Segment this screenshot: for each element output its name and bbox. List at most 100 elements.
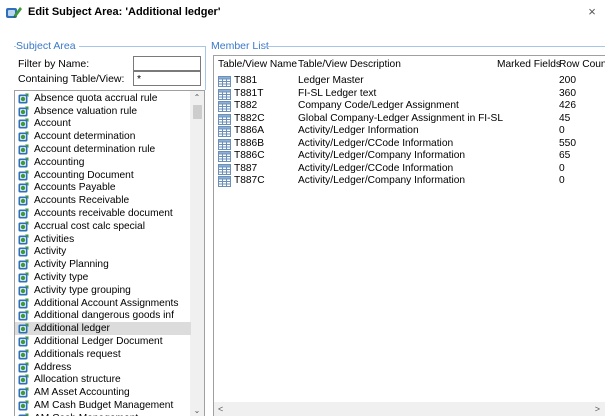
- list-item[interactable]: Additional dangerous goods inf: [15, 310, 191, 323]
- filter-by-name-label: Filter by Name:: [18, 58, 90, 70]
- list-item[interactable]: Accounts receivable document: [15, 207, 191, 220]
- table-icon: [218, 163, 231, 175]
- subject-area-icon: [18, 170, 29, 181]
- table-row[interactable]: T887 Activity/Ledger/CCode Information 0: [214, 163, 605, 176]
- list-item-label: Accounts receivable document: [34, 208, 173, 220]
- member-list-horizontal-scrollbar[interactable]: < >: [214, 402, 605, 416]
- list-item[interactable]: Additionals request: [15, 348, 191, 361]
- table-row[interactable]: T887C Activity/Ledger/Company Information…: [214, 175, 605, 188]
- list-item[interactable]: Account determination: [15, 130, 191, 143]
- list-item-label: Activity: [34, 246, 67, 258]
- list-item-label: Additional dangerous goods inf: [34, 310, 174, 322]
- list-item[interactable]: Address: [15, 361, 191, 374]
- list-item[interactable]: Accrual cost calc special: [15, 220, 191, 233]
- table-row[interactable]: T886B Activity/Ledger/CCode Information 55…: [214, 138, 605, 151]
- scroll-right-arrow[interactable]: >: [595, 402, 600, 416]
- subject-area-icon: [18, 272, 29, 283]
- list-item[interactable]: Additional Account Assignments: [15, 297, 191, 310]
- list-item-label: Absence quota accrual rule: [34, 92, 158, 104]
- subject-area-icon: [18, 349, 29, 360]
- cell-row-count: 65: [559, 150, 571, 161]
- subject-area-icon: [18, 221, 29, 232]
- list-item[interactable]: Allocation structure: [15, 374, 191, 387]
- cell-row-count: 360: [559, 87, 576, 99]
- subject-area-list[interactable]: ⌃ ⌄ Absence quota accrual rule Absence va…: [14, 90, 205, 416]
- list-item-label: Accounts Receivable: [34, 195, 130, 207]
- close-button[interactable]: ×: [583, 3, 601, 21]
- subject-area-icon: [18, 387, 29, 398]
- cell-description: Activity/Ledger/Company Information: [298, 150, 466, 161]
- subject-area-icon: [18, 246, 29, 257]
- list-item-label: Additional Account Assignments: [34, 297, 179, 309]
- column-header-row-count[interactable]: Row Count: [559, 59, 605, 70]
- list-item[interactable]: Accounts Receivable: [15, 194, 191, 207]
- subject-area-icon: [18, 195, 29, 206]
- cell-table-name: T886A: [234, 125, 265, 136]
- subject-area-icon: [18, 259, 29, 270]
- scroll-up-arrow[interactable]: ⌃: [190, 93, 204, 102]
- cell-row-count: 45: [559, 112, 571, 124]
- scroll-down-arrow[interactable]: ⌄: [190, 406, 204, 415]
- subject-area-icon: [18, 310, 29, 321]
- list-item[interactable]: Activity Planning: [15, 258, 191, 271]
- list-item-label: Absence valuation rule: [34, 105, 138, 117]
- cell-table-name: T887C: [234, 175, 265, 186]
- table-row[interactable]: T881T FI-SL Ledger text 360: [214, 88, 605, 101]
- list-item[interactable]: Additional Ledger Document: [15, 335, 191, 348]
- table-row[interactable]: T881 Ledger Master 200: [214, 75, 605, 88]
- list-item[interactable]: Account: [15, 118, 191, 131]
- table-row[interactable]: T886C Activity/Ledger/Company Information…: [214, 150, 605, 163]
- list-item[interactable]: Account determination rule: [15, 143, 191, 156]
- list-item-label: Activity type grouping: [34, 284, 131, 296]
- table-icon: [218, 126, 231, 137]
- list-item[interactable]: AM Cash Budget Management: [15, 399, 191, 412]
- list-item-label: Allocation structure: [34, 374, 121, 386]
- subject-area-icon: [18, 285, 29, 296]
- list-item[interactable]: Activities: [15, 233, 191, 246]
- table-row[interactable]: T886A Activity/Ledger Information 0: [214, 125, 605, 138]
- list-item[interactable]: Accounting Document: [15, 169, 191, 182]
- list-item[interactable]: AM Asset Accounting: [15, 386, 191, 399]
- list-item[interactable]: Activity type: [15, 271, 191, 284]
- cell-description: Global Company-Ledger Assignment in FI-S…: [298, 112, 503, 124]
- list-item[interactable]: Activity: [15, 246, 191, 259]
- list-item-label: Activity Planning: [34, 259, 109, 271]
- cell-row-count: 426: [559, 100, 576, 111]
- filter-by-name-input[interactable]: [133, 56, 201, 71]
- list-item[interactable]: Absence quota accrual rule: [15, 92, 191, 105]
- table-row[interactable]: T882 Company Code/Ledger Assignment 426: [214, 100, 605, 113]
- table-row[interactable]: T882C Global Company-Ledger Assignment in…: [214, 113, 605, 126]
- list-item[interactable]: Activity type grouping: [15, 284, 191, 297]
- edit-subject-area-icon: [6, 7, 22, 18]
- list-item[interactable]: Accounting: [15, 156, 191, 169]
- list-item-label: Account determination: [34, 131, 136, 143]
- cell-table-name: T886C: [234, 150, 265, 161]
- column-header-description[interactable]: Table/View Description: [298, 59, 401, 70]
- list-item[interactable]: Absence valuation rule: [15, 105, 191, 118]
- list-item-label: Accounting Document: [34, 169, 134, 181]
- scroll-thumb[interactable]: [193, 105, 202, 119]
- cell-table-name: T887: [234, 162, 258, 174]
- table-icon: [218, 151, 231, 162]
- subject-area-icon: [18, 157, 29, 168]
- cell-description: Activity/Ledger/Company Information: [298, 175, 466, 186]
- list-item[interactable]: Accounts Payable: [15, 182, 191, 195]
- subject-area-icon: [18, 298, 29, 309]
- table-icon: [218, 101, 231, 112]
- list-item-selected[interactable]: Additional ledger: [15, 322, 191, 336]
- subject-area-group-border: [205, 46, 206, 90]
- list-item[interactable]: AM Cash Management: [15, 412, 191, 416]
- list-item-label: Activity type: [34, 272, 89, 284]
- member-list-grid[interactable]: Table/View Name Table/View Description M…: [213, 55, 605, 416]
- table-icon: [218, 113, 231, 125]
- subject-area-icon: [18, 362, 29, 373]
- scroll-left-arrow[interactable]: <: [218, 402, 223, 416]
- cell-table-name: T882: [234, 100, 258, 111]
- containing-table-input[interactable]: [133, 71, 201, 86]
- column-header-name[interactable]: Table/View Name: [218, 59, 297, 70]
- title-bar: Edit Subject Area: 'Additional ledger' ×: [0, 0, 605, 24]
- table-icon: [218, 138, 231, 150]
- column-header-marked-fields[interactable]: Marked Fields: [497, 59, 561, 70]
- subject-area-vertical-scrollbar[interactable]: ⌃ ⌄: [190, 91, 204, 416]
- cell-table-name: T881T: [234, 87, 264, 99]
